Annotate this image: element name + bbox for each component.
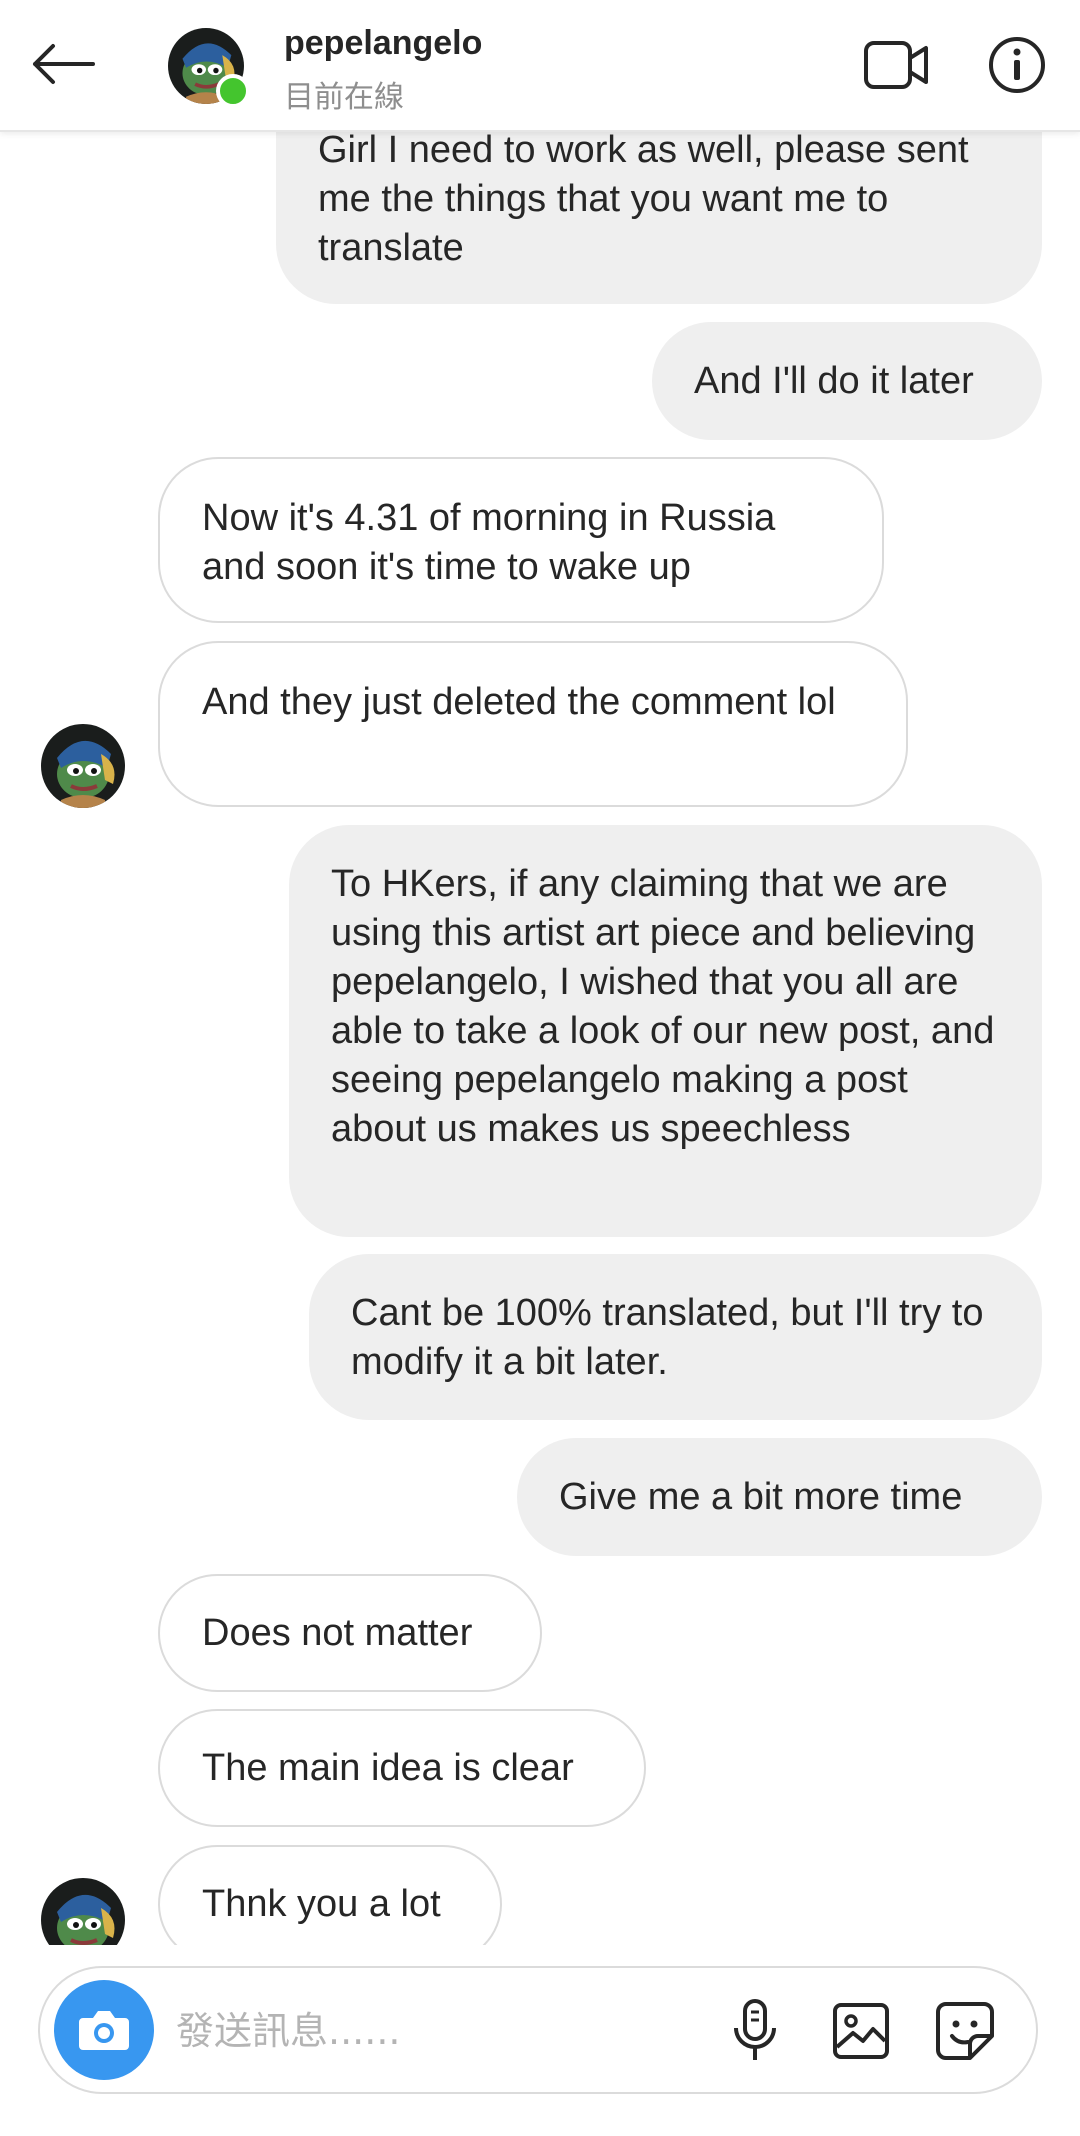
message-bubble-received[interactable]: Does not matter [158, 1574, 542, 1692]
contact-avatar[interactable] [41, 1878, 125, 1945]
info-button[interactable] [982, 30, 1052, 100]
back-button[interactable] [22, 28, 102, 100]
voice-message-button[interactable] [720, 1996, 790, 2066]
message-bubble-sent[interactable]: Girl I need to work as well, please sent… [276, 110, 1042, 304]
message-bubble-received[interactable]: Thnk you a lot [158, 1845, 502, 1945]
message-composer [38, 1966, 1038, 2094]
photo-gallery-button[interactable] [826, 1996, 896, 2066]
online-status-dot [216, 74, 250, 108]
sticker-button[interactable] [930, 1996, 1000, 2066]
camera-icon [79, 2011, 129, 2050]
message-list[interactable]: Girl I need to work as well, please sent… [0, 0, 1080, 1945]
info-icon [989, 37, 1045, 93]
chat-header: pepelangelo 目前在線 [0, 0, 1080, 132]
camera-button[interactable] [54, 1980, 154, 2080]
contact-avatar[interactable] [41, 724, 125, 808]
message-bubble-sent[interactable]: To HKers, if any claiming that we are us… [289, 825, 1042, 1237]
video-call-icon [864, 41, 928, 89]
video-call-button[interactable] [858, 30, 934, 100]
back-arrow-icon [33, 44, 95, 84]
message-bubble-received[interactable]: Now it's 4.31 of morning in Russia and s… [158, 457, 884, 623]
message-bubble-sent[interactable]: Cant be 100% translated, but I'll try to… [309, 1254, 1042, 1420]
message-bubble-sent[interactable]: Give me a bit more time [517, 1438, 1042, 1556]
photo-gallery-icon [833, 2003, 889, 2059]
sticker-icon [936, 2002, 994, 2060]
message-bubble-sent[interactable]: And I'll do it later [652, 322, 1042, 440]
message-bubble-received[interactable]: The main idea is clear [158, 1709, 646, 1827]
chat-username[interactable]: pepelangelo [284, 24, 482, 63]
message-input[interactable] [174, 1998, 718, 2064]
message-bubble-received[interactable]: And they just deleted the comment lol [158, 641, 908, 807]
header-avatar[interactable] [168, 28, 250, 108]
pepe-portrait-icon [41, 724, 125, 808]
microphone-icon [734, 1999, 776, 2060]
pepe-portrait-icon [41, 1878, 125, 1945]
online-status-text: 目前在線 [284, 81, 404, 114]
